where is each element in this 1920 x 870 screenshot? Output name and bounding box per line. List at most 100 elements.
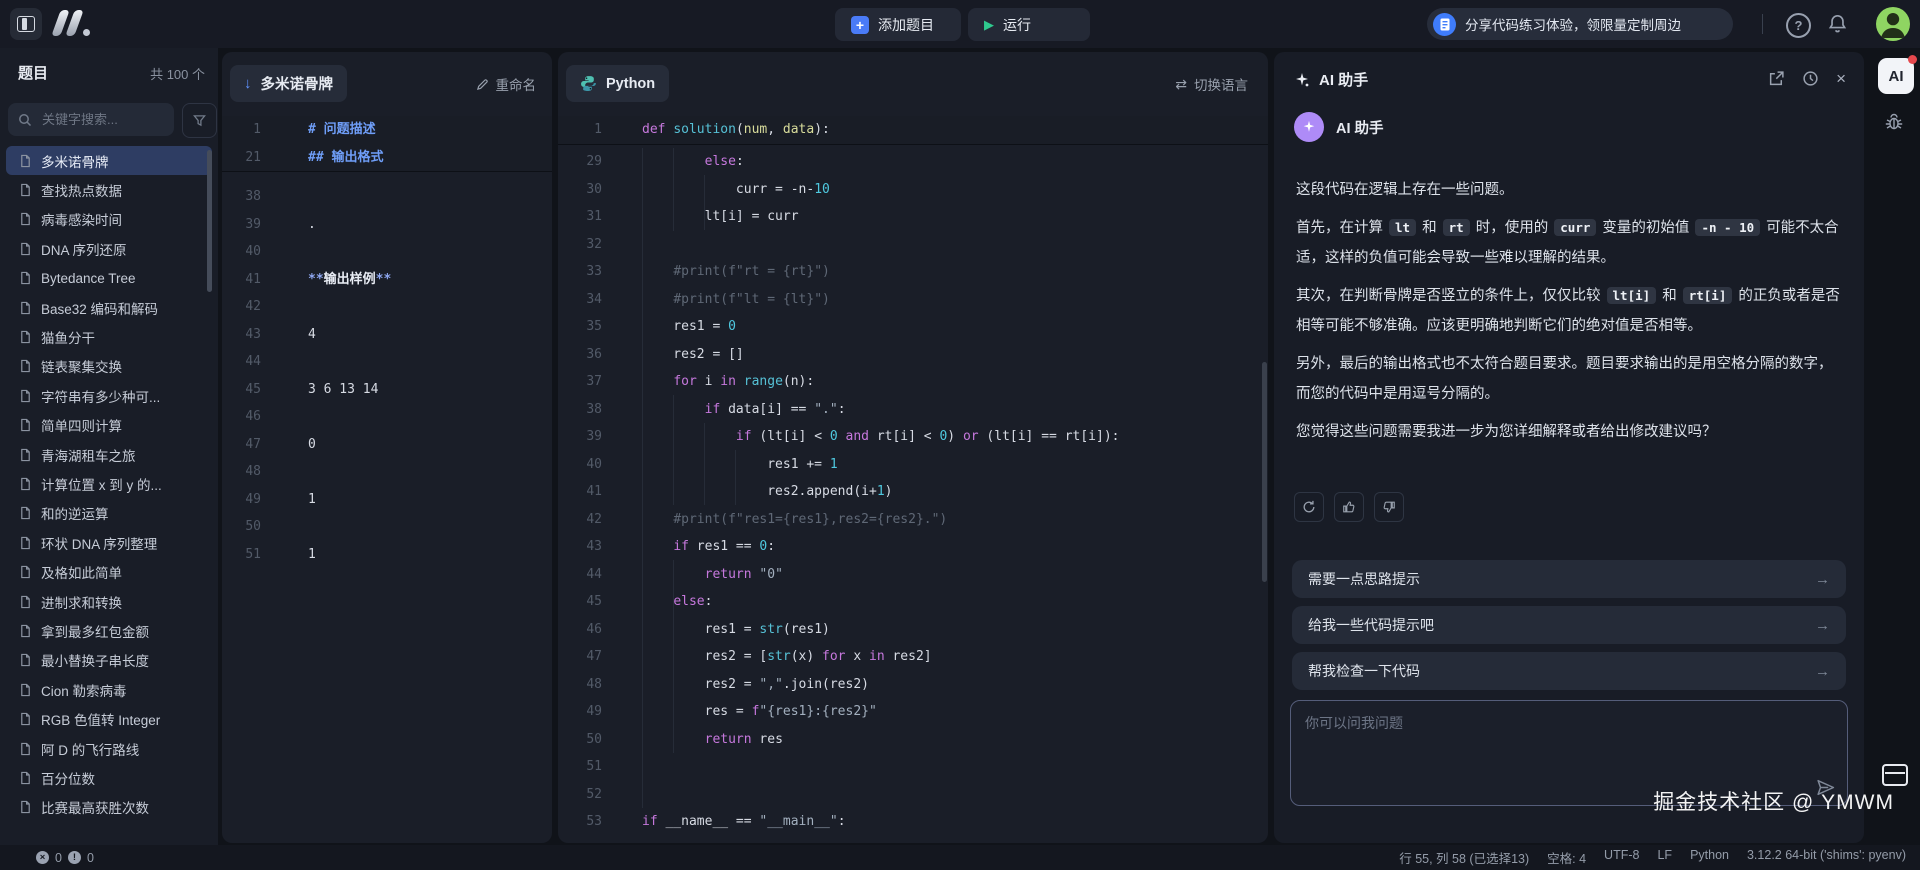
status-item[interactable]: 空格: 4 — [1547, 848, 1586, 867]
problem-list-item[interactable]: 简单四则计算 — [6, 411, 212, 440]
indent-guide — [673, 395, 674, 505]
errors-icon: × — [36, 851, 49, 864]
problem-list-item[interactable]: 进制求和转换 — [6, 587, 212, 616]
code-line: 46 res1 = str(res1) — [558, 616, 1268, 644]
code-line: 491 — [222, 486, 552, 514]
problem-list-item[interactable]: 和的逆运算 — [6, 499, 212, 528]
problem-list-item[interactable]: Bytedance Tree — [6, 264, 212, 293]
language-tab[interactable]: Python — [566, 65, 669, 102]
problem-title: Cion 勒索病毒 — [41, 680, 127, 700]
problem-list-item[interactable]: Cion 勒索病毒 — [6, 675, 212, 704]
history-icon[interactable] — [1802, 70, 1819, 87]
code-line: 40 — [222, 238, 552, 266]
document-icon — [19, 389, 32, 403]
add-question-button[interactable]: + 添加题目 — [835, 8, 961, 41]
code-line: 31 lt[i] = curr — [558, 203, 1268, 231]
problem-list-item[interactable]: 多米诺骨牌 — [6, 146, 212, 175]
rename-button[interactable]: 重命名 — [476, 74, 537, 94]
problem-list-item[interactable]: 猫鱼分干 — [6, 322, 212, 351]
warnings-icon: ! — [68, 851, 81, 864]
thumbs-down-button[interactable] — [1374, 492, 1404, 522]
problem-list-item[interactable]: 计算位置 x 到 y 的... — [6, 469, 212, 498]
gift-doc-icon — [1433, 13, 1456, 36]
ai-message-paragraph: 其次，在判断骨牌是否竖立的条件上，仅仅比较 lt[i] 和 rt[i] 的正负或… — [1296, 281, 1844, 341]
code-line: 52 — [558, 781, 1268, 809]
markdown-tab[interactable]: ↓ 多米诺骨牌 — [230, 65, 347, 102]
indent-guide — [642, 148, 643, 808]
problem-list-item[interactable]: 拿到最多红包金额 — [6, 616, 212, 645]
code-line: 53if __name__ == "__main__": — [558, 808, 1268, 832]
search-box[interactable] — [8, 103, 174, 136]
status-item[interactable]: UTF-8 — [1604, 848, 1639, 867]
promo-banner[interactable]: 分享代码练习体验，领限量定制周边 — [1427, 8, 1733, 40]
problem-list-item[interactable]: 最小替换子串长度 — [6, 646, 212, 675]
problem-title: 病毒感染时间 — [41, 209, 122, 229]
switch-language-button[interactable]: ⇄ 切换语言 — [1175, 74, 1248, 94]
problem-list-item[interactable]: 及格如此简单 — [6, 557, 212, 586]
user-avatar[interactable] — [1876, 7, 1910, 41]
search-input[interactable] — [40, 111, 154, 128]
document-icon — [19, 506, 32, 520]
problem-list-item[interactable]: 青海湖租车之旅 — [6, 440, 212, 469]
indent-guide — [704, 175, 705, 230]
run-button[interactable]: ▶ 运行 — [968, 8, 1090, 41]
ai-extension-badge[interactable]: AI — [1878, 58, 1914, 94]
problems-status[interactable]: × 0 ! 0 — [0, 851, 94, 865]
code-line: 40 res1 += 1 — [558, 451, 1268, 479]
problem-list-item[interactable]: 阿 D 的飞行路线 — [6, 734, 212, 763]
top-bar: + 添加题目 ▶ 运行 分享代码练习体验，领限量定制周边 ? — [0, 0, 1920, 48]
code-scrollbar[interactable] — [1262, 362, 1267, 582]
problem-list-item[interactable]: 百分位数 — [6, 763, 212, 792]
problem-title: 猫鱼分干 — [41, 327, 95, 347]
markdown-content[interactable]: 3839.4041**输出样例**4243444453 6 13 1446470… — [222, 183, 552, 568]
indent-guide — [673, 560, 674, 753]
indent-guide — [673, 148, 674, 231]
status-item[interactable]: 3.12.2 64-bit ('shims': pyenv) — [1747, 848, 1906, 867]
document-icon — [19, 154, 32, 168]
regenerate-button[interactable] — [1294, 492, 1324, 522]
thumbs-up-button[interactable] — [1334, 492, 1364, 522]
problem-list-item[interactable]: 环状 DNA 序列整理 — [6, 528, 212, 557]
problem-title: 计算位置 x 到 y 的... — [41, 474, 162, 494]
problem-count: 共 100 个 — [150, 64, 205, 83]
problem-list-item[interactable]: Base32 编码和解码 — [6, 293, 212, 322]
problem-list-item[interactable]: 链表聚集交换 — [6, 352, 212, 381]
suggestion-button[interactable]: 需要一点思路提示 → — [1292, 560, 1846, 598]
suggestion-button[interactable]: 给我一些代码提示吧 → — [1292, 606, 1846, 644]
problem-markdown-panel: ↓ 多米诺骨牌 重命名 1# 问题描述21## 输出格式 3839.4041**… — [222, 52, 552, 843]
problem-title: 拿到最多红包金额 — [41, 621, 149, 641]
problem-list-item[interactable]: 比赛最高获胜次数 — [6, 793, 212, 822]
language-tab-label: Python — [606, 76, 655, 92]
suggestion-button[interactable]: 帮我检查一下代码 → — [1292, 652, 1846, 690]
problem-list-item[interactable]: RGB 色值转 Integer — [6, 704, 212, 733]
problem-list-item[interactable]: 病毒感染时间 — [6, 205, 212, 234]
suggestion-label: 帮我检查一下代码 — [1308, 661, 1420, 681]
python-icon — [580, 75, 597, 92]
status-item[interactable]: Python — [1690, 848, 1729, 867]
ai-message-paragraph: 您觉得这些问题需要我进一步为您详细解释或者给出修改建议吗？ — [1296, 417, 1844, 447]
help-icon[interactable]: ? — [1786, 13, 1811, 38]
notifications-bell-icon[interactable] — [1827, 13, 1848, 35]
status-item[interactable]: LF — [1657, 848, 1672, 867]
problem-title: 环状 DNA 序列整理 — [41, 533, 157, 553]
sidebar-scrollbar[interactable] — [207, 150, 212, 292]
export-chat-icon[interactable] — [1768, 70, 1785, 87]
ai-question-input[interactable] — [1303, 711, 1817, 785]
panel-layout-icon[interactable] — [1882, 764, 1908, 786]
filter-button[interactable] — [182, 103, 217, 138]
close-icon[interactable]: × — [1836, 70, 1846, 87]
code-line: 453 6 13 14 — [222, 376, 552, 404]
document-icon — [19, 536, 32, 550]
problem-list-item[interactable]: 查找热点数据 — [6, 175, 212, 204]
markdown-sticky-lines: 1# 问题描述21## 输出格式 — [222, 116, 552, 172]
status-item[interactable]: 行 55, 列 58 (已选择13) — [1399, 848, 1529, 867]
problem-list-item[interactable]: 字符串有多少种可... — [6, 381, 212, 410]
ai-message-paragraph: 这段代码在逻辑上存在一些问题。 — [1296, 175, 1844, 205]
bug-report-icon[interactable] — [1884, 112, 1904, 132]
sidebar-title: 题目 — [18, 62, 48, 83]
sidebar-toggle-button[interactable] — [10, 8, 42, 40]
problem-list-item[interactable]: DNA 序列还原 — [6, 234, 212, 263]
document-icon — [19, 683, 32, 697]
code-content[interactable]: 29 else:30 curr = -n-1031 lt[i] = curr32… — [558, 148, 1268, 832]
promo-banner-text: 分享代码练习体验，领限量定制周边 — [1465, 14, 1681, 34]
